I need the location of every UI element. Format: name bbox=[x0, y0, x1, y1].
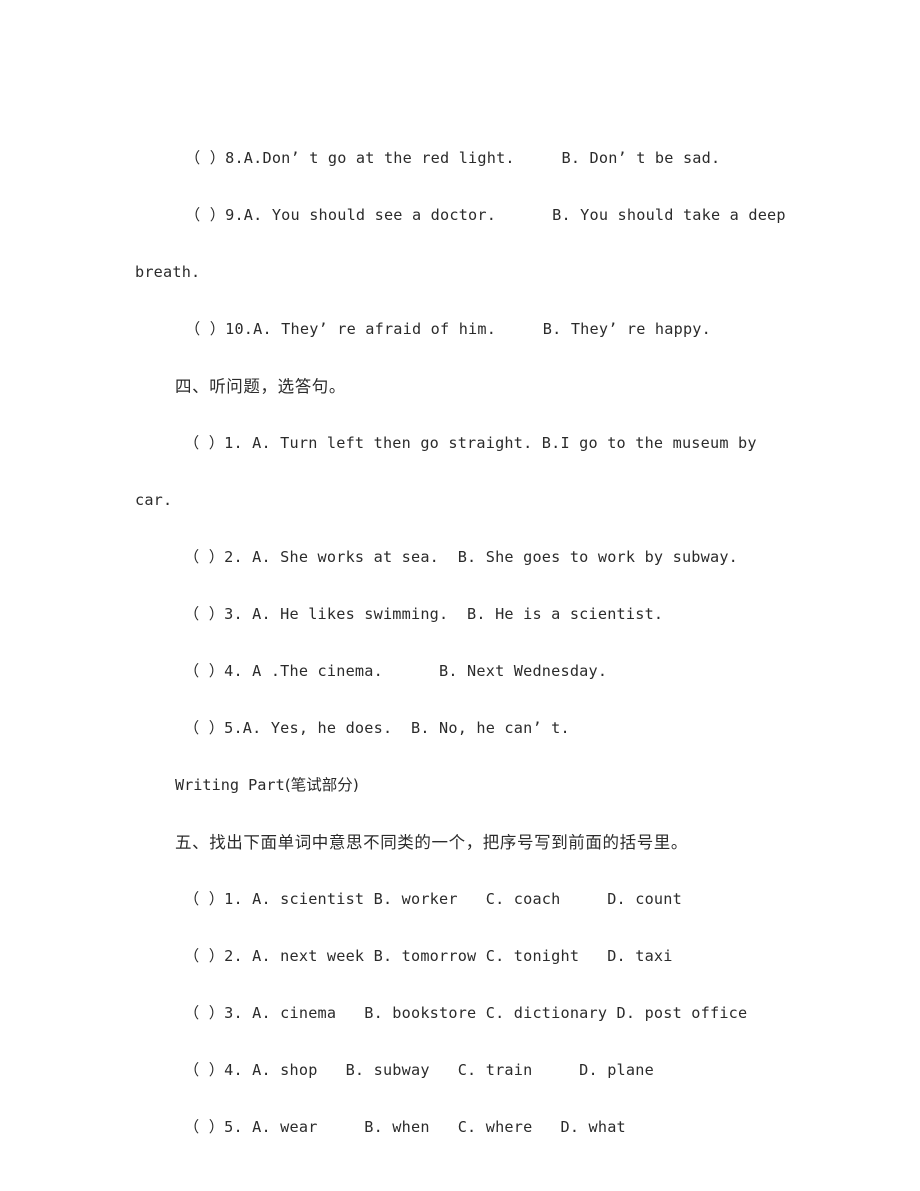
section-five-item-5: （ ）5. A. wear B. when C. where D. what bbox=[184, 1118, 626, 1136]
section-five-item-2: （ ）2. A. next week B. tomorrow C. tonigh… bbox=[184, 947, 673, 965]
writing-part-label-en: Writing Part bbox=[175, 776, 285, 794]
listening-item-10: （ ）10.A. They’ re afraid of him. B. They… bbox=[185, 320, 711, 338]
writing-part-heading: Writing Part(笔试部分) bbox=[135, 757, 787, 814]
section-four-item-1: （ ）1. A. Turn left then go straight. B.I… bbox=[135, 434, 767, 509]
section-five-heading: 五、找出下面单词中意思不同类的一个，把序号写到前面的括号里。 bbox=[175, 833, 688, 852]
document-page: （ ）8.A.Don’ t go at the red light. B. Do… bbox=[0, 0, 920, 1191]
section-four-heading: 四、听问题，选答句。 bbox=[175, 377, 346, 396]
listening-item-9-continuation: breath. bbox=[135, 263, 201, 281]
section-four-item-3: （ ）3. A. He likes swimming. B. He is a s… bbox=[184, 605, 664, 623]
section-five-item-1: （ ）1. A. scientist B. worker C. coach D.… bbox=[184, 890, 682, 908]
section-five-item-4: （ ）4. A. shop B. subway C. train D. plan… bbox=[184, 1061, 654, 1079]
section-five-item-3: （ ）3. A. cinema B. bookstore C. dictiona… bbox=[184, 1004, 748, 1022]
section-four-item-2: （ ）2. A. She works at sea. B. She goes t… bbox=[184, 548, 739, 566]
writing-part-label-cn: (笔试部分) bbox=[284, 776, 359, 794]
document-body: （ ）8.A.Don’ t go at the red light. B. Do… bbox=[135, 130, 787, 1156]
section-four-item-4: （ ）4. A .The cinema. B. Next Wednesday. bbox=[184, 662, 608, 680]
section-four-item-5: （ ）5.A. Yes, he does. B. No, he can’ t. bbox=[184, 719, 570, 737]
listening-item-9: （ ）9.A. You should see a doctor. B. You … bbox=[185, 206, 786, 224]
listening-item-8: （ ）8.A.Don’ t go at the red light. B. Do… bbox=[185, 149, 721, 167]
